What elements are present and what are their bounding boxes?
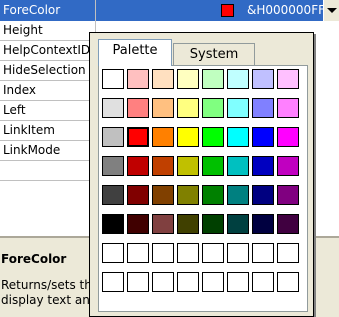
color-cell[interactable] [227, 272, 249, 292]
color-cell[interactable] [252, 272, 274, 292]
property-name: Left [3, 103, 26, 117]
color-swatch [221, 4, 234, 17]
color-cell[interactable] [202, 69, 224, 89]
property-name: ForeColor [3, 3, 61, 17]
color-cell[interactable] [127, 243, 149, 263]
color-cell[interactable] [102, 243, 124, 263]
description-title: ForeColor [1, 252, 67, 266]
color-cell[interactable] [227, 98, 249, 118]
tab-system[interactable]: System [173, 43, 255, 66]
property-row[interactable]: LinkItem [0, 121, 95, 141]
property-value[interactable]: &H000000FF& [247, 3, 323, 17]
color-cell[interactable] [177, 69, 199, 89]
property-row[interactable]: HelpContextID [0, 41, 95, 61]
color-cell[interactable] [177, 156, 199, 176]
color-cell[interactable] [252, 156, 274, 176]
dropdown-button[interactable] [323, 0, 339, 21]
color-cell[interactable] [152, 185, 174, 205]
color-cell[interactable] [202, 98, 224, 118]
color-cell[interactable] [202, 214, 224, 234]
property-row[interactable]: Height [0, 21, 95, 41]
color-cell[interactable] [227, 156, 249, 176]
color-cell[interactable] [252, 98, 274, 118]
color-cell[interactable] [152, 156, 174, 176]
color-cell[interactable] [177, 243, 199, 263]
color-cell[interactable] [227, 185, 249, 205]
color-cell[interactable] [202, 127, 224, 147]
color-cell[interactable] [102, 98, 124, 118]
palette-grid [98, 65, 308, 312]
color-cell[interactable] [277, 185, 299, 205]
color-cell[interactable] [252, 127, 274, 147]
property-name: Index [3, 83, 37, 97]
color-cell[interactable] [127, 214, 149, 234]
property-row[interactable]: Index [0, 81, 95, 101]
color-cell[interactable] [202, 156, 224, 176]
color-cell[interactable] [102, 156, 124, 176]
color-cell[interactable] [202, 272, 224, 292]
color-cell[interactable] [227, 127, 249, 147]
color-cell[interactable] [277, 214, 299, 234]
color-cell[interactable] [152, 214, 174, 234]
color-cell[interactable] [202, 185, 224, 205]
color-cell[interactable] [227, 214, 249, 234]
tab-palette[interactable]: Palette [98, 39, 172, 66]
color-cell[interactable] [177, 214, 199, 234]
color-cell[interactable] [127, 185, 149, 205]
color-cell[interactable] [227, 243, 249, 263]
property-name: Height [3, 23, 43, 37]
property-name: HideSelection [3, 63, 86, 77]
color-cell[interactable] [277, 98, 299, 118]
color-cell[interactable] [126, 126, 150, 148]
color-cell[interactable] [277, 127, 299, 147]
color-cell[interactable] [252, 185, 274, 205]
color-cell[interactable] [127, 156, 149, 176]
property-name: HelpContextID [3, 43, 91, 57]
color-cell[interactable] [102, 272, 124, 292]
color-cell[interactable] [152, 69, 174, 89]
color-cell[interactable] [152, 98, 174, 118]
color-cell[interactable] [227, 69, 249, 89]
chevron-down-icon [327, 8, 337, 13]
color-picker-dropdown: Palette System [89, 32, 314, 317]
property-name: LinkMode [3, 143, 61, 157]
property-name: LinkItem [3, 123, 55, 137]
color-cell[interactable] [252, 243, 274, 263]
color-cell[interactable] [102, 185, 124, 205]
color-cell[interactable] [102, 69, 124, 89]
color-cell[interactable] [177, 185, 199, 205]
color-cell[interactable] [152, 272, 174, 292]
color-cell[interactable] [127, 69, 149, 89]
color-cell[interactable] [277, 243, 299, 263]
color-cell[interactable] [252, 69, 274, 89]
color-cell[interactable] [102, 127, 124, 147]
property-row[interactable]: HideSelection [0, 61, 95, 81]
color-cell[interactable] [177, 98, 199, 118]
color-cell[interactable] [202, 243, 224, 263]
property-row-forecolor[interactable]: ForeColor &H000000FF& [0, 0, 339, 21]
color-cell[interactable] [252, 214, 274, 234]
color-cell[interactable] [152, 127, 174, 147]
color-cell[interactable] [127, 272, 149, 292]
color-cell[interactable] [277, 156, 299, 176]
property-row[interactable] [0, 161, 95, 181]
color-cell[interactable] [102, 214, 124, 234]
color-cell[interactable] [152, 243, 174, 263]
property-row[interactable]: Left [0, 101, 95, 121]
property-row[interactable]: LinkMode [0, 141, 95, 161]
color-cell[interactable] [177, 127, 199, 147]
color-cell[interactable] [177, 272, 199, 292]
color-cell[interactable] [277, 272, 299, 292]
color-cell[interactable] [127, 98, 149, 118]
color-cell[interactable] [277, 69, 299, 89]
